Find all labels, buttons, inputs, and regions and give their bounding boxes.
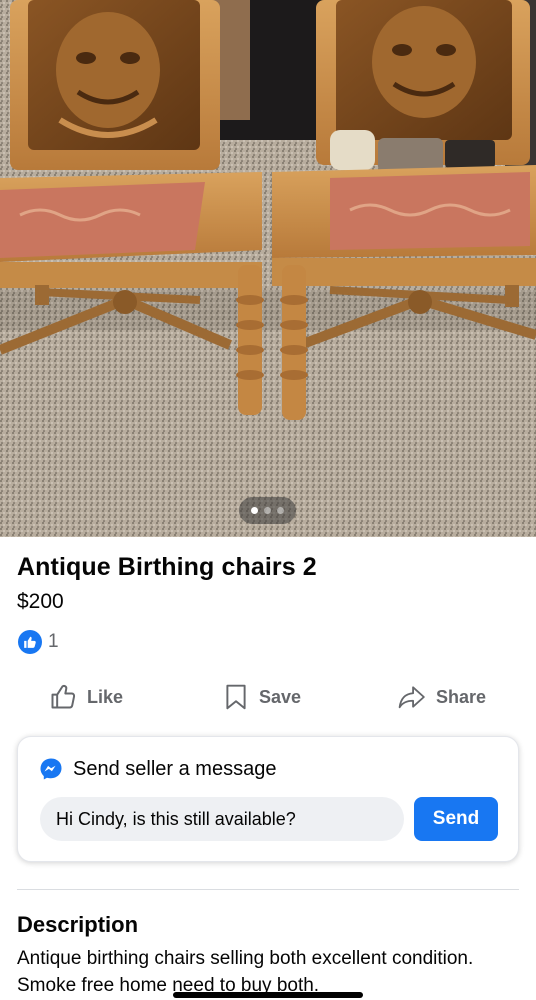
share-button[interactable]: Share — [398, 675, 486, 719]
listing-price: $200 — [17, 590, 64, 613]
like-thumb-icon — [51, 684, 76, 709]
pager-dot-2[interactable] — [264, 507, 271, 514]
message-seller-card: Send seller a message Send — [17, 736, 519, 862]
pager-dot-1[interactable] — [251, 507, 258, 514]
messenger-icon — [40, 758, 62, 780]
home-indicator[interactable] — [173, 992, 363, 998]
like-label: Like — [87, 686, 124, 707]
description-body: Antique birthing chairs selling both exc… — [17, 948, 474, 996]
description-heading: Description — [17, 912, 139, 937]
like-button[interactable]: Like — [49, 675, 123, 719]
listing-title: Antique Birthing chairs 2 — [17, 553, 317, 581]
save-button[interactable]: Save — [223, 675, 301, 719]
chairs-photo-illustration — [0, 0, 536, 537]
bookmark-icon — [226, 684, 246, 710]
thumbs-up-icon — [24, 636, 36, 648]
save-label: Save — [259, 686, 302, 707]
like-reaction-icon — [18, 630, 42, 654]
listing-actions: Like Save Share — [0, 675, 536, 719]
message-header: Send seller a message — [39, 757, 276, 781]
share-label: Share — [436, 686, 487, 707]
send-button[interactable]: Send — [414, 797, 498, 841]
pager-dot-3[interactable] — [277, 507, 284, 514]
share-arrow-icon — [398, 686, 425, 709]
photo-pager[interactable] — [239, 497, 296, 524]
reactions-summary[interactable]: 1 — [18, 630, 59, 654]
section-divider — [17, 889, 519, 890]
message-header-label: Send seller a message — [73, 757, 277, 780]
message-input[interactable] — [40, 797, 404, 841]
reaction-count: 1 — [48, 631, 59, 652]
listing-photo[interactable] — [0, 0, 536, 537]
